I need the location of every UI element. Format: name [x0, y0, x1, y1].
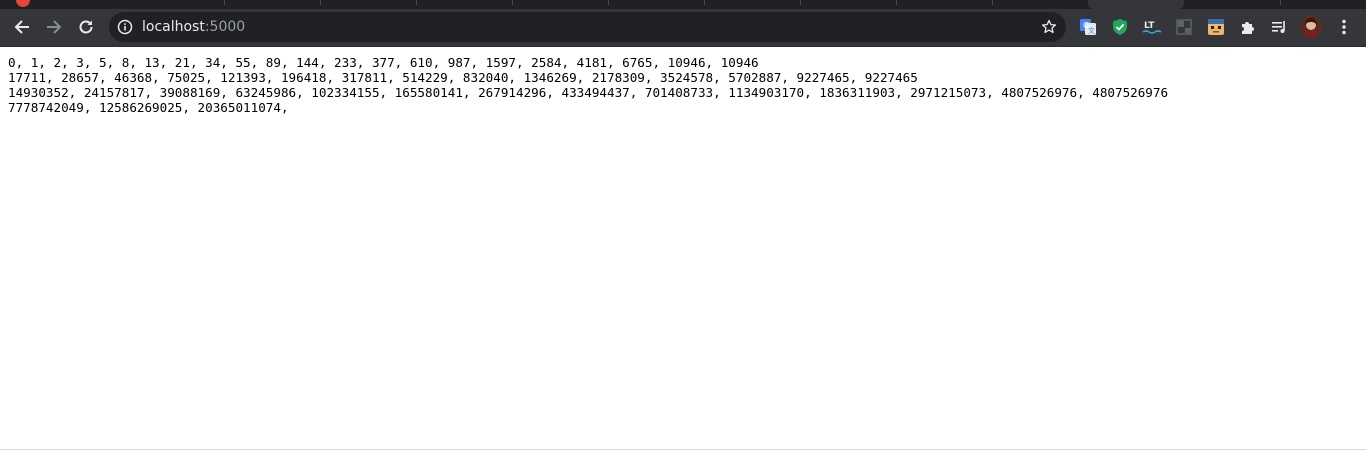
- svg-text:文: 文: [1088, 26, 1095, 35]
- adblock-shield-icon: [1113, 19, 1127, 35]
- bookmark-star-button[interactable]: [1040, 18, 1058, 36]
- tab-separator: [800, 0, 801, 5]
- reload-icon: [79, 20, 93, 34]
- url-text[interactable]: localhost:5000: [142, 12, 245, 42]
- browser-toolbar: localhost:5000 G 文 LT: [0, 9, 1366, 46]
- media-queue-button[interactable]: [1268, 16, 1290, 38]
- address-bar[interactable]: localhost:5000: [109, 12, 1066, 42]
- extensions-button[interactable]: [1237, 16, 1259, 38]
- arrow-right-icon: [47, 20, 62, 34]
- tab-separator: [896, 0, 897, 5]
- tab-separator: [992, 0, 993, 5]
- puzzle-extensions-icon: [1242, 22, 1254, 34]
- grid-extension-icon: [1176, 19, 1192, 35]
- output-line: 17711, 28657, 46368, 75025, 121393, 1964…: [8, 70, 918, 85]
- tab-separator: [224, 0, 225, 5]
- url-port: :5000: [204, 19, 246, 35]
- vertical-dots-icon: [1342, 19, 1346, 35]
- tab-separator: [512, 0, 513, 5]
- tab-separator: [320, 0, 321, 5]
- face-extension-icon: [1208, 19, 1224, 35]
- info-icon[interactable]: [117, 19, 133, 35]
- google-translate-extension[interactable]: G 文: [1077, 16, 1099, 38]
- profile-avatar[interactable]: [1300, 16, 1322, 38]
- chrome-menu-button[interactable]: [1333, 16, 1355, 38]
- output-line: 7778742049, 12586269025, 20365011074,: [8, 100, 289, 115]
- toolbar-divider: [0, 46, 1366, 47]
- google-translate-icon: G 文: [1080, 19, 1096, 35]
- url-host: localhost: [142, 19, 205, 35]
- grid-extension[interactable]: [1173, 16, 1195, 38]
- svg-text:LT: LT: [1144, 21, 1155, 31]
- languagetool-extension[interactable]: LT: [1141, 16, 1163, 38]
- media-queue-icon: [1272, 21, 1285, 33]
- page-content: 0, 1, 2, 3, 5, 8, 13, 21, 34, 55, 89, 14…: [8, 55, 1358, 115]
- arrow-left-icon: [14, 20, 29, 34]
- reload-button[interactable]: [70, 11, 102, 43]
- tab-separator: [416, 0, 417, 5]
- output-line: 14930352, 24157817, 39088169, 63245986, …: [8, 85, 1169, 100]
- star-icon: [1041, 19, 1057, 34]
- output-line: 0, 1, 2, 3, 5, 8, 13, 21, 34, 55, 89, 14…: [8, 55, 759, 70]
- adblock-extension[interactable]: [1109, 16, 1131, 38]
- avatar-icon: [1300, 16, 1322, 38]
- languagetool-icon: LT: [1142, 21, 1162, 34]
- tab-separator: [608, 0, 609, 5]
- tab-separator: [704, 0, 705, 5]
- forward-button[interactable]: [38, 11, 70, 43]
- face-extension[interactable]: [1205, 16, 1227, 38]
- bottom-border: [0, 449, 1366, 450]
- tab-favicon-icon[interactable]: [16, 0, 30, 7]
- tab-strip: [0, 0, 1366, 9]
- tab-separator: [1280, 0, 1281, 5]
- active-tab[interactable]: [1088, 0, 1184, 9]
- back-button[interactable]: [6, 11, 38, 43]
